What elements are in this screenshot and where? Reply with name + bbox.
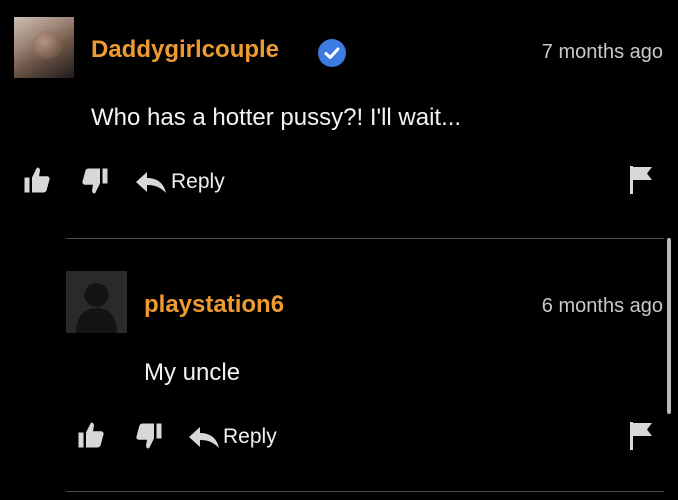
avatar-daddygirlcouple[interactable] bbox=[14, 17, 74, 78]
flag-icon[interactable] bbox=[628, 164, 654, 196]
comment-timestamp: 7 months ago bbox=[541, 41, 663, 63]
comment-text: My uncle bbox=[144, 359, 241, 386]
reply-divider bbox=[66, 238, 664, 239]
username-daddygirlcouple[interactable]: Daddygirlcouple bbox=[91, 36, 279, 64]
comment-text: Who has a hotter pussy?! I'll wait... bbox=[91, 104, 462, 131]
comment-timestamp: 6 months ago bbox=[541, 295, 663, 317]
scrollbar[interactable] bbox=[667, 238, 671, 414]
thumbs-up-icon[interactable] bbox=[76, 420, 106, 450]
username-playstation6[interactable]: playstation6 bbox=[144, 291, 284, 319]
reply-arrow-icon bbox=[189, 427, 219, 448]
thumbs-down-icon[interactable] bbox=[134, 421, 164, 451]
flag-icon[interactable] bbox=[628, 420, 654, 452]
reply-label: Reply bbox=[171, 170, 225, 193]
bottom-divider bbox=[66, 491, 664, 492]
verified-check-icon bbox=[318, 39, 346, 67]
thumbs-up-icon[interactable] bbox=[22, 165, 52, 195]
avatar-playstation6[interactable] bbox=[66, 271, 127, 333]
reply-arrow-icon bbox=[136, 172, 166, 193]
reply-label: Reply bbox=[223, 425, 277, 448]
thumbs-down-icon[interactable] bbox=[80, 166, 110, 196]
